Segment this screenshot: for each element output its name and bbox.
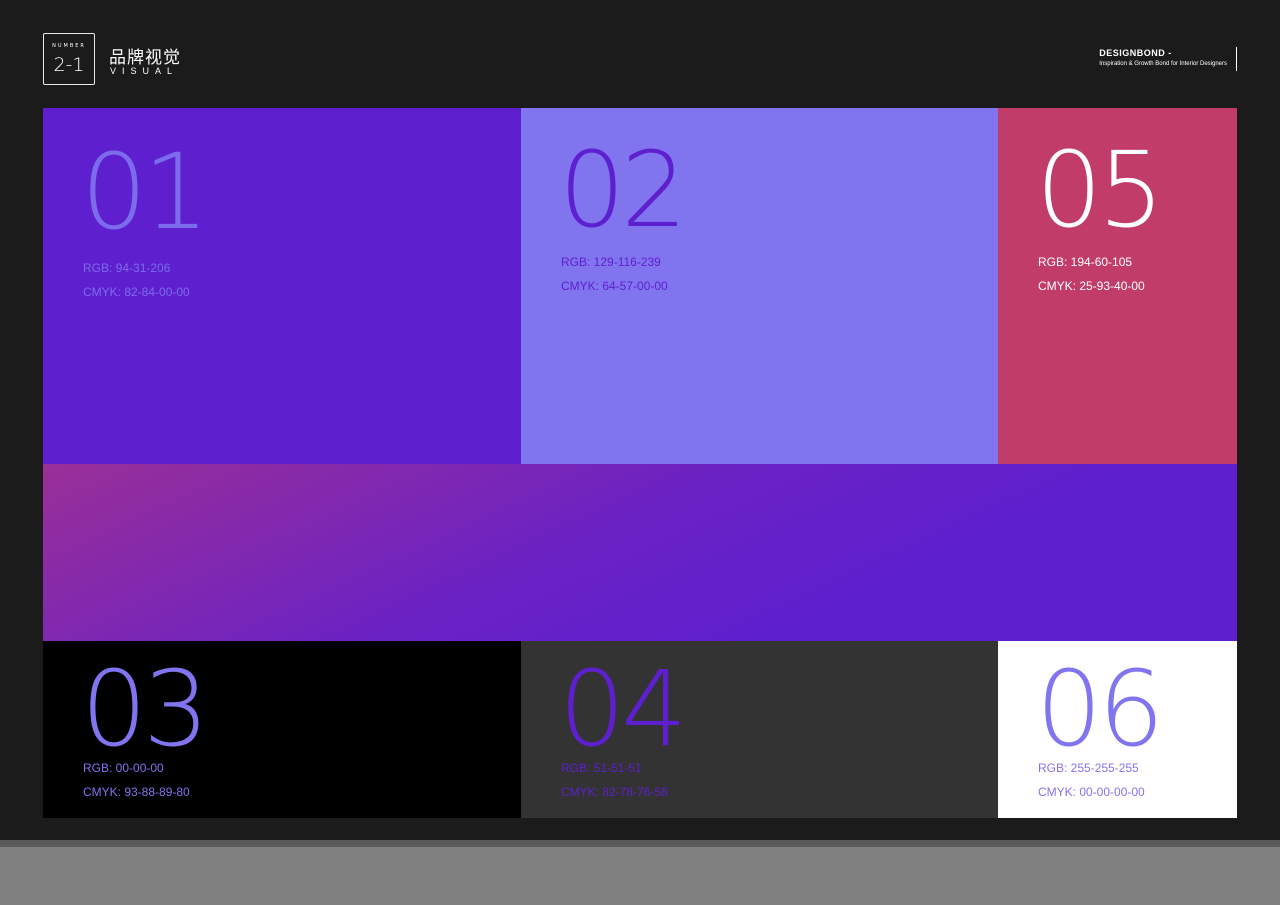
gradient-band — [43, 464, 1237, 641]
swatch-cmyk: CMYK: 25-93-40-00 — [1038, 279, 1145, 293]
brand-divider — [1236, 47, 1237, 71]
color-swatch-05: 05 RGB: 194-60-105 CMYK: 25-93-40-00 — [998, 108, 1237, 464]
swatch-number: 02 — [559, 129, 687, 251]
swatch-cmyk: CMYK: 00-00-00-00 — [1038, 785, 1145, 799]
swatch-cmyk: CMYK: 82-84-00-00 — [83, 285, 190, 299]
section-badge: NUMBER 2-1 — [43, 33, 95, 85]
swatch-rgb: RGB: 194-60-105 — [1038, 255, 1133, 269]
swatch-number: 01 — [81, 131, 209, 253]
swatch-rgb: RGB: 00-00-00 — [83, 761, 164, 775]
color-swatch-04: 04 RGB: 51-51-51 CMYK: 82-78-76-58 — [521, 641, 998, 818]
swatch-cmyk: CMYK: 82-78-76-58 — [561, 785, 668, 799]
swatch-rgb: RGB: 129-116-239 — [561, 255, 661, 269]
swatch-cmyk: CMYK: 64-57-00-00 — [561, 279, 668, 293]
color-swatch-06: 06 RGB: 255-255-255 CMYK: 00-00-00-00 — [998, 641, 1237, 818]
swatch-number: 06 — [1036, 648, 1164, 770]
swatch-number: 05 — [1036, 129, 1164, 251]
swatch-rgb: RGB: 94-31-206 — [83, 261, 171, 275]
color-swatch-03: 03 RGB: 00-00-00 CMYK: 93-88-89-80 — [43, 641, 521, 818]
swatch-rgb: RGB: 51-51-51 — [561, 761, 642, 775]
brand-tagline: Inspiration & Growth Bond for Interior D… — [1099, 61, 1227, 67]
color-swatch-02: 02 RGB: 129-116-239 CMYK: 64-57-00-00 — [521, 108, 998, 464]
section-title: 品牌视觉 — [109, 48, 181, 68]
swatch-number: 03 — [81, 648, 209, 770]
bottom-edge — [0, 840, 1280, 847]
badge-label: NUMBER — [52, 43, 86, 49]
swatch-number: 04 — [559, 648, 687, 770]
swatch-cmyk: CMYK: 93-88-89-80 — [83, 785, 190, 799]
presentation-board: NUMBER 2-1 品牌视觉 VISUAL DESIGNBOND - Insp… — [0, 0, 1280, 840]
brand-name: DESIGNBOND - — [1099, 48, 1172, 58]
swatch-rgb: RGB: 255-255-255 — [1038, 761, 1139, 775]
brand-block: DESIGNBOND - Inspiration & Growth Bond f… — [1099, 48, 1227, 67]
badge-number: 2-1 — [53, 54, 85, 76]
color-swatch-01: 01 RGB: 94-31-206 CMYK: 82-84-00-00 — [43, 108, 521, 464]
section-subtitle: VISUAL — [110, 66, 179, 76]
